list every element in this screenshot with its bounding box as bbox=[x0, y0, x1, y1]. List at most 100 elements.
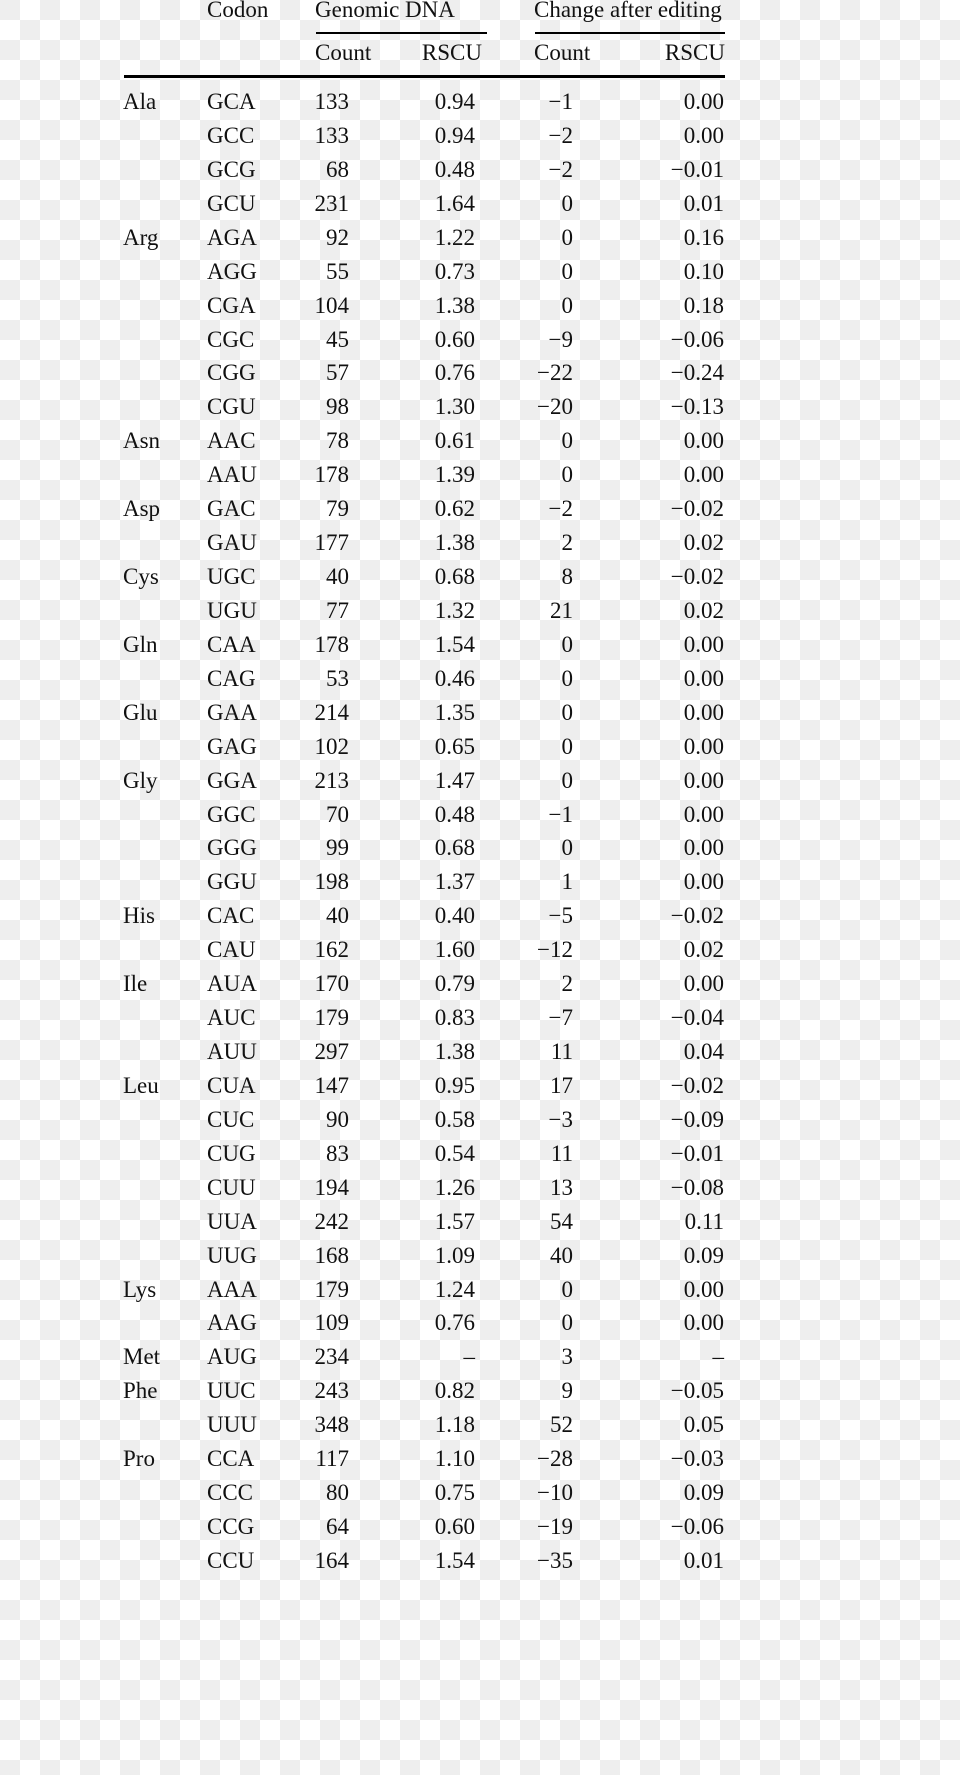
count-cell: 234 bbox=[314, 1344, 350, 1370]
change-rscu-cell: −0.04 bbox=[670, 1005, 724, 1031]
codon-cell: CGG bbox=[207, 360, 256, 386]
header-codon: Codon bbox=[207, 0, 269, 22]
change-count-cell: −22 bbox=[537, 360, 573, 386]
count-cell: 198 bbox=[314, 869, 350, 895]
rscu-cell: 1.38 bbox=[434, 530, 475, 556]
codon-cell: AAG bbox=[207, 1310, 257, 1336]
change-count-cell: −3 bbox=[548, 1106, 573, 1132]
codon-cell: CGA bbox=[207, 292, 256, 318]
change-count-cell: 21 bbox=[550, 597, 573, 623]
rscu-cell: 0.68 bbox=[434, 835, 475, 861]
codon-cell: AAA bbox=[207, 1276, 257, 1302]
rscu-cell: 0.62 bbox=[434, 496, 475, 522]
change-count-cell: −1 bbox=[548, 89, 573, 114]
rscu-cell: 0.95 bbox=[434, 1072, 475, 1098]
codon-cell: UUU bbox=[207, 1412, 257, 1438]
change-rscu-cell: 0.01 bbox=[683, 190, 724, 216]
rscu-cell: 1.47 bbox=[434, 767, 475, 793]
change-rscu-cell: −0.05 bbox=[670, 1378, 724, 1404]
change-count-cell: 0 bbox=[561, 224, 574, 250]
change-count-cell: 52 bbox=[550, 1412, 573, 1438]
count-cell: 68 bbox=[326, 156, 349, 182]
codon-cell: GGU bbox=[207, 869, 257, 895]
change-count-cell: −28 bbox=[537, 1446, 573, 1472]
rscu-cell: 1.30 bbox=[434, 394, 475, 420]
change-rscu-cell: 0.09 bbox=[683, 1242, 724, 1268]
rscu-cell: 0.94 bbox=[434, 122, 475, 148]
codon-cell: AUA bbox=[207, 971, 257, 997]
count-cell: 57 bbox=[326, 360, 349, 386]
count-cell: 83 bbox=[326, 1140, 349, 1166]
change-count-cell: −12 bbox=[537, 937, 573, 963]
codon-cell: CCU bbox=[207, 1547, 255, 1573]
codon-cell: CUA bbox=[207, 1072, 256, 1098]
change-count-cell: 11 bbox=[550, 1039, 573, 1065]
rscu-cell: 0.83 bbox=[434, 1005, 475, 1031]
rscu-cell: 1.09 bbox=[434, 1242, 475, 1268]
codon-cell: GCA bbox=[207, 89, 256, 114]
rscu-cell: 1.54 bbox=[434, 1547, 475, 1573]
rscu-cell: 0.60 bbox=[434, 1514, 475, 1540]
codon-cell: CUG bbox=[207, 1140, 256, 1166]
header-change-count: Count bbox=[534, 40, 591, 65]
rscu-cell: 1.54 bbox=[434, 631, 475, 657]
count-cell: 194 bbox=[314, 1174, 350, 1200]
codon-cell: AGA bbox=[207, 224, 257, 250]
codon-cell: CAC bbox=[207, 903, 255, 929]
codon-cell: UGC bbox=[207, 564, 256, 590]
change-rscu-cell: 0.00 bbox=[683, 122, 724, 148]
header-genomic-dna: Genomic DNA bbox=[315, 0, 455, 22]
change-rscu-cell: 0.00 bbox=[683, 462, 724, 488]
count-cell: 102 bbox=[314, 733, 350, 759]
codon-cell: AUG bbox=[207, 1344, 257, 1370]
change-rscu-cell: 0.02 bbox=[683, 937, 724, 963]
count-cell: 109 bbox=[314, 1310, 350, 1336]
change-count-cell: 0 bbox=[561, 699, 574, 725]
header-rscu: RSCU bbox=[421, 40, 482, 65]
codon-cell: GGA bbox=[207, 767, 257, 793]
change-count-cell: −2 bbox=[548, 496, 573, 522]
change-count-cell: 13 bbox=[550, 1174, 573, 1200]
change-count-cell: 17 bbox=[550, 1072, 573, 1098]
change-rscu-cell: 0.16 bbox=[683, 224, 724, 250]
rscu-cell: 0.94 bbox=[434, 89, 475, 114]
change-rscu-cell: 0.10 bbox=[683, 258, 724, 284]
count-cell: 168 bbox=[314, 1242, 350, 1268]
count-cell: 78 bbox=[326, 428, 349, 454]
count-cell: 45 bbox=[326, 326, 349, 352]
change-count-cell: 8 bbox=[561, 564, 574, 590]
amino-acid-cell: Leu bbox=[123, 1072, 159, 1098]
change-rscu-cell: −0.03 bbox=[670, 1446, 724, 1472]
count-cell: 79 bbox=[326, 496, 349, 522]
change-count-cell: −7 bbox=[548, 1005, 573, 1031]
change-count-cell: 40 bbox=[550, 1242, 573, 1268]
change-count-cell: −19 bbox=[537, 1514, 573, 1540]
change-rscu-cell: – bbox=[712, 1344, 725, 1370]
amino-acid-cell: Gly bbox=[123, 767, 158, 793]
rscu-cell: 1.26 bbox=[434, 1174, 475, 1200]
rscu-cell: 0.48 bbox=[434, 801, 475, 827]
change-rscu-cell: −0.24 bbox=[670, 360, 724, 386]
count-cell: 147 bbox=[314, 1072, 350, 1098]
codon-cell: CAG bbox=[207, 665, 256, 691]
change-rscu-cell: −0.13 bbox=[670, 394, 724, 420]
rscu-cell: 1.37 bbox=[434, 869, 475, 895]
codon-cell: CUU bbox=[207, 1174, 256, 1200]
change-count-cell: 9 bbox=[561, 1378, 574, 1404]
count-cell: 231 bbox=[314, 190, 350, 216]
codon-cell: GCG bbox=[207, 156, 256, 182]
count-cell: 77 bbox=[326, 597, 349, 623]
rscu-cell: 0.60 bbox=[434, 326, 475, 352]
count-cell: 98 bbox=[326, 394, 349, 420]
count-cell: 170 bbox=[314, 971, 350, 997]
change-count-cell: −20 bbox=[537, 394, 573, 420]
count-cell: 179 bbox=[314, 1276, 350, 1302]
header-count: Count bbox=[315, 40, 372, 65]
amino-acid-cell: Arg bbox=[123, 224, 159, 250]
rscu-cell: 1.35 bbox=[434, 699, 475, 725]
codon-cell: AAC bbox=[207, 428, 256, 454]
change-count-cell: 2 bbox=[561, 971, 574, 997]
change-rscu-cell: −0.06 bbox=[670, 326, 724, 352]
codon-cell: GCC bbox=[207, 122, 255, 148]
header-change-rscu: RSCU bbox=[664, 40, 725, 65]
